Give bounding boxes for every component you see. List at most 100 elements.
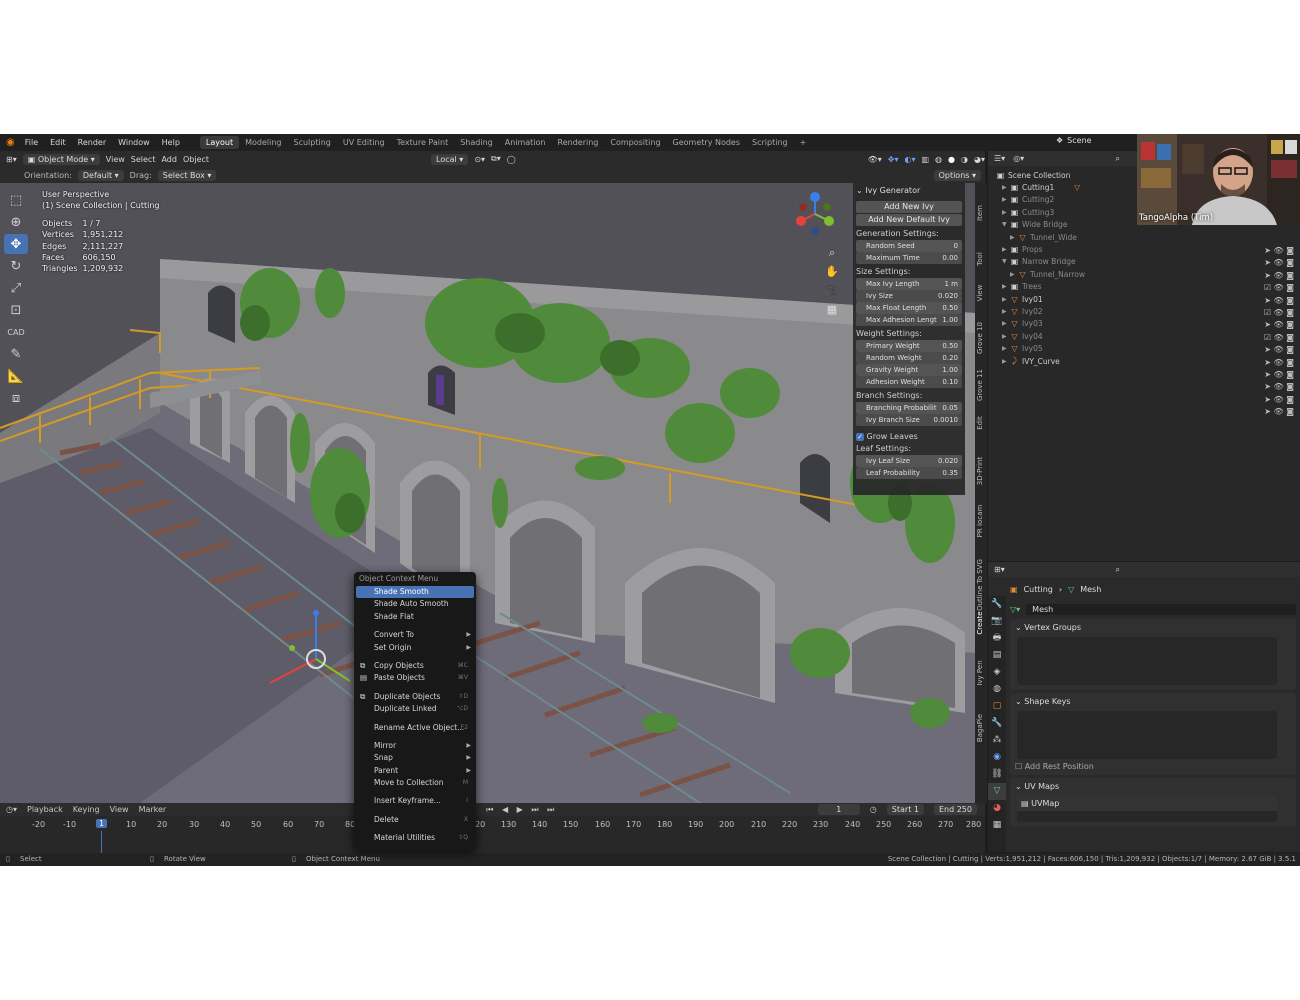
tab-rendering[interactable]: Rendering	[552, 136, 605, 149]
pan-hand-icon[interactable]: ✋	[823, 262, 841, 281]
grow-leaves-checkbox[interactable]: ✓ Grow Leaves	[856, 432, 962, 441]
menu-item-shade-auto-smooth[interactable]: Shade Auto Smooth	[354, 598, 476, 610]
shading-material-icon[interactable]: ◑	[961, 155, 968, 164]
timeline-ruler[interactable]: -20 -10 1 10 20 30 40 50 60 70 80 120 13…	[0, 818, 985, 832]
overlay-icon[interactable]: ◐▾	[904, 155, 915, 164]
modifier-props-icon[interactable]: 🔧	[988, 715, 1006, 732]
menu-item-snap[interactable]: Snap ▶	[354, 752, 476, 764]
tab-modeling[interactable]: Modeling	[239, 136, 287, 149]
ivy-leaf-size-field[interactable]: Ivy Leaf Size 0.020	[856, 455, 962, 467]
menu-marker[interactable]: Marker	[139, 805, 167, 814]
shape-keys-list[interactable]	[1017, 711, 1277, 759]
menu-item-copy-objects[interactable]: ⧉ Copy Objects ⌘C	[354, 660, 476, 672]
menu-render[interactable]: Render	[72, 138, 112, 147]
outliner-item[interactable]: ▶ ▽ Tunnel_Wide	[996, 231, 1300, 243]
particles-icon[interactable]: ⁂	[988, 732, 1006, 749]
visibility-icons[interactable]: ☑ 👁 ◙	[1248, 332, 1294, 344]
add-cube-icon[interactable]: ⧈	[4, 388, 28, 408]
view-layer-icon[interactable]: ▤	[988, 647, 1006, 664]
uv-maps-list[interactable]: ▤ UVMap	[1017, 796, 1277, 822]
visibility-icons[interactable]: ➤ 👁 ◙	[1248, 394, 1294, 406]
material-props-icon[interactable]: ◕	[988, 800, 1006, 817]
blender-logo-icon[interactable]: ◉	[6, 137, 15, 148]
tab-compositing[interactable]: Compositing	[604, 136, 666, 149]
grid-perspective-icon[interactable]: ▦	[823, 300, 841, 319]
select-box-icon[interactable]: ⬚	[4, 190, 28, 210]
editor-type-icon[interactable]: ⊞▾	[6, 155, 17, 164]
menu-select[interactable]: Select	[131, 155, 156, 164]
move-icon[interactable]: ✥	[4, 234, 28, 254]
mode-dropdown[interactable]: ▣ Object Mode ▾	[22, 153, 100, 165]
timeline-editor-icon[interactable]: ◷▾	[6, 805, 17, 814]
visibility-icons[interactable]: ☑ 👁 ◙	[1248, 282, 1294, 294]
start-frame-field[interactable]: Start 1	[886, 804, 924, 815]
xray-icon[interactable]: ▥	[921, 155, 929, 164]
scene-selector[interactable]: ❖ Scene	[1056, 136, 1092, 145]
tab-ivy-pen[interactable]: Ivy Pen	[976, 643, 984, 703]
menu-item-rename[interactable]: Rename Active Object... F2	[354, 722, 476, 734]
max-ivy-length-field[interactable]: Max Ivy Length 1 m	[856, 278, 962, 290]
end-frame-field[interactable]: End 250	[933, 804, 977, 815]
proportional-icon[interactable]: ◯	[507, 155, 516, 164]
3d-viewport[interactable]: User Perspective (1) Scene Collection | …	[0, 183, 975, 803]
menu-add[interactable]: Add	[161, 155, 177, 164]
visibility-icons[interactable]: ➤ 👁 ◙	[1248, 344, 1294, 356]
menu-item-insert-keyframe[interactable]: Insert Keyframe... I	[354, 795, 476, 807]
tab-texture-paint[interactable]: Texture Paint	[391, 136, 455, 149]
drag-dropdown[interactable]: Select Box ▾	[157, 169, 217, 181]
properties-editor-icon[interactable]: ⊞▾	[994, 565, 1005, 574]
tab-sculpting[interactable]: Sculpting	[288, 136, 337, 149]
visibility-icons[interactable]: ➤ 👁 ◙	[1248, 295, 1294, 307]
visibility-icons[interactable]: ➤ 👁 ◙	[1248, 406, 1294, 418]
menu-item-paste-objects[interactable]: ▤ Paste Objects ⌘V	[354, 672, 476, 684]
primary-weight-field[interactable]: Primary Weight 0.50	[856, 340, 962, 352]
tab-scripting[interactable]: Scripting	[746, 136, 794, 149]
display-mode-icon[interactable]: ◎▾	[1013, 154, 1024, 163]
menu-item-convert-to[interactable]: Convert To ▶	[354, 629, 476, 641]
visibility-icons[interactable]: ☑ 👁 ◙	[1248, 307, 1294, 319]
filter-search-icon[interactable]: ⌕	[1116, 154, 1120, 164]
menu-help[interactable]: Help	[156, 138, 186, 147]
menu-item-set-origin[interactable]: Set Origin ▶	[354, 642, 476, 654]
visibility-icons[interactable]: ➤ 👁 ◙	[1248, 381, 1294, 393]
visibility-icons[interactable]: ➤ 👁 ◙	[1248, 257, 1294, 269]
camera-icon[interactable]: 🎥	[823, 281, 841, 300]
ivy-panel-title[interactable]: ⌄ Ivy Generator	[856, 185, 962, 197]
adhesion-weight-field[interactable]: Adhesion Weight 0.10	[856, 376, 962, 388]
leaf-probability-field[interactable]: Leaf Probability 0.35	[856, 467, 962, 479]
playback-controls[interactable]: ⏮ ◀ ▶ ⏭ ⏭	[486, 805, 557, 815]
menu-item-shade-smooth[interactable]: Shade Smooth	[356, 586, 474, 599]
visibility-icons[interactable]: ➤ 👁 ◙	[1248, 245, 1294, 257]
add-new-ivy-button[interactable]: Add New Ivy	[856, 201, 962, 213]
menu-window[interactable]: Window	[112, 138, 156, 147]
shading-wire-icon[interactable]: ◍	[935, 155, 942, 164]
current-frame-field[interactable]: 1	[817, 804, 860, 815]
mesh-datablock-selector[interactable]: ▽▾ Mesh	[1010, 602, 1296, 616]
scale-icon[interactable]: ⤢	[4, 278, 28, 298]
object-props-icon[interactable]: ▢	[988, 698, 1006, 715]
vertex-groups-header[interactable]: ⌄ Vertex Groups	[1015, 622, 1291, 633]
tab-animation[interactable]: Animation	[499, 136, 552, 149]
cad-icon[interactable]: CAD	[4, 322, 28, 342]
mesh-dropdown-icon[interactable]: ▽▾	[1010, 605, 1020, 614]
visibility-icons[interactable]: ➤ 👁 ◙	[1248, 319, 1294, 331]
gizmo-icon[interactable]: ✥▾	[888, 155, 899, 164]
menu-item-mirror[interactable]: Mirror ▶	[354, 740, 476, 752]
navigation-gizmo[interactable]	[792, 191, 838, 237]
tool-props-icon[interactable]: 🔧	[988, 596, 1006, 613]
tab-bagapie[interactable]: BagaPie	[976, 698, 984, 758]
add-workspace-button[interactable]: +	[794, 136, 813, 149]
menu-item-material-utilities[interactable]: Material Utilities ⇧Q	[354, 832, 476, 844]
zoom-icon[interactable]: ⌕	[823, 243, 841, 262]
mesh-data-props-icon[interactable]: ▽	[988, 783, 1006, 800]
shading-rendered-icon[interactable]: ◕▾	[974, 155, 985, 164]
menu-item-parent[interactable]: Parent ▶	[354, 765, 476, 777]
menu-edit[interactable]: Edit	[44, 138, 72, 147]
menu-item-duplicate-linked[interactable]: Duplicate Linked ⌥D	[354, 703, 476, 715]
branching-probability-field[interactable]: Branching Probabilit 0.05	[856, 402, 962, 414]
menu-file[interactable]: File	[19, 138, 44, 147]
tab-geometry-nodes[interactable]: Geometry Nodes	[667, 136, 746, 149]
annotate-icon[interactable]: ✎	[4, 344, 28, 364]
random-weight-field[interactable]: Random Weight 0.20	[856, 352, 962, 364]
orientation-dropdown[interactable]: Default ▾	[77, 169, 124, 181]
